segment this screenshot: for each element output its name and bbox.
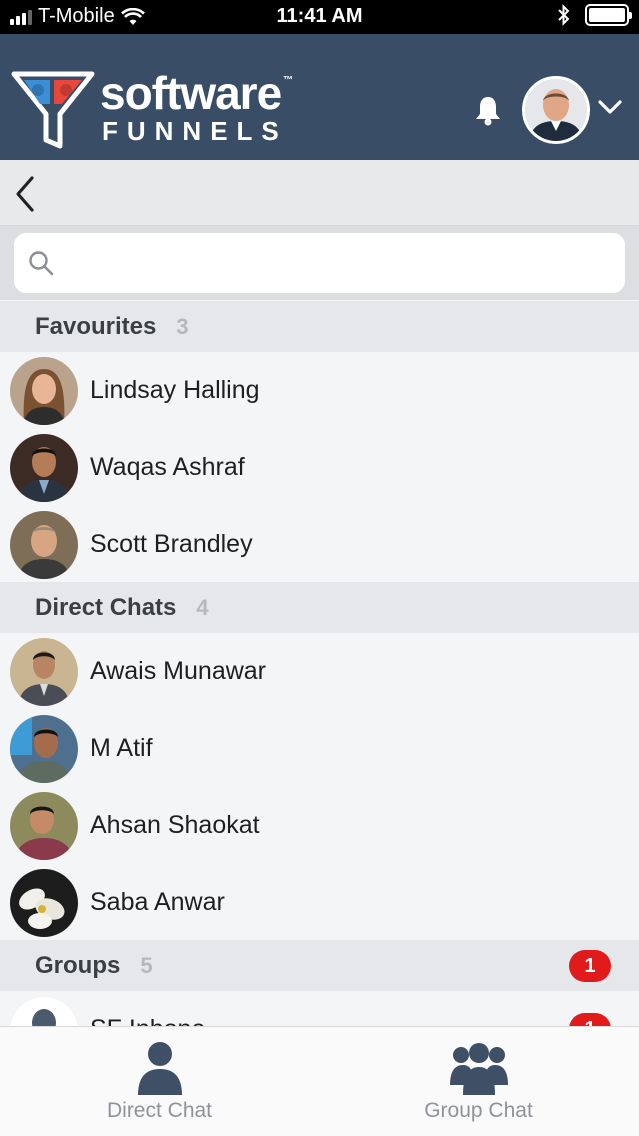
avatar[interactable] — [522, 76, 590, 144]
tab-direct-chat[interactable]: Direct Chat — [0, 1027, 319, 1136]
contact-row-lindsay-halling[interactable]: Lindsay Halling — [0, 352, 639, 429]
tab-group-chat[interactable]: Group Chat — [319, 1027, 638, 1136]
contact-row-scott-brandley[interactable]: Scott Brandley — [0, 506, 639, 583]
status-time: 11:41 AM — [276, 5, 363, 27]
section-header-groups: Groups 5 1 — [0, 940, 639, 991]
avatar — [10, 356, 78, 425]
contact-name: Saba Anwar — [90, 888, 225, 916]
section-title: Groups — [35, 951, 121, 979]
avatar — [10, 791, 78, 860]
section-header-favourites: Favourites 3 — [0, 301, 639, 352]
avatar — [10, 714, 78, 783]
chevron-down-icon[interactable] — [597, 98, 623, 116]
search-box[interactable] — [14, 233, 625, 293]
avatar — [10, 868, 78, 937]
search-bar — [0, 226, 639, 300]
contact-name: Waqas Ashraf — [90, 453, 245, 481]
unread-badge: 1 — [569, 950, 611, 982]
bluetooth-icon — [558, 4, 570, 26]
bell-icon[interactable] — [473, 94, 503, 126]
group-row-sf-inhone[interactable]: SF Inhone 1 — [0, 991, 639, 1031]
brand-trademark: ™ — [283, 75, 293, 86]
tab-label: Group Chat — [424, 1099, 533, 1122]
contact-row-awais-munawar[interactable]: Awais Munawar — [0, 633, 639, 710]
contact-name: Awais Munawar — [90, 657, 267, 685]
avatar — [10, 433, 78, 502]
section-title: Direct Chats — [35, 593, 177, 621]
tab-label: Direct Chat — [106, 1099, 213, 1122]
avatar — [10, 637, 78, 706]
app-header: software ™ FUNNELS — [0, 34, 639, 160]
section-count: 5 — [140, 952, 153, 978]
section-title: Favourites — [35, 312, 157, 340]
back-arrow-icon[interactable] — [12, 174, 40, 214]
contact-name: M Atif — [90, 734, 153, 762]
contact-row-ahsan-shaokat[interactable]: Ahsan Shaokat — [0, 787, 639, 864]
search-input[interactable] — [64, 250, 604, 276]
brand-name-line1: software — [100, 67, 282, 119]
section-count: 4 — [196, 594, 209, 620]
brand-name-line2: FUNNELS — [102, 116, 288, 146]
navigation-bar — [0, 160, 639, 226]
contact-row-saba-anwar[interactable]: Saba Anwar — [0, 864, 639, 941]
section-count: 3 — [176, 313, 189, 339]
status-bar: T-Mobile 11:41 AM — [0, 0, 639, 34]
funnel-logo-icon — [11, 71, 95, 149]
contact-name: Lindsay Halling — [90, 376, 260, 404]
contact-name: Ahsan Shaokat — [90, 811, 260, 839]
brand-wordmark: software ™ FUNNELS — [100, 67, 293, 146]
contact-name: Scott Brandley — [90, 530, 253, 558]
section-header-direct-chats: Direct Chats 4 — [0, 582, 639, 633]
avatar — [10, 510, 78, 579]
brand-logo: software ™ FUNNELS — [10, 67, 293, 150]
contact-row-waqas-ashraf[interactable]: Waqas Ashraf — [0, 429, 639, 506]
group-icon — [449, 1043, 508, 1095]
tab-bar: Direct Chat Group Chat — [0, 1026, 639, 1136]
battery-icon — [585, 4, 632, 26]
contact-row-m-atif[interactable]: M Atif — [0, 710, 639, 787]
status-right — [557, 4, 632, 26]
search-icon — [29, 251, 54, 276]
person-icon — [137, 1042, 182, 1095]
